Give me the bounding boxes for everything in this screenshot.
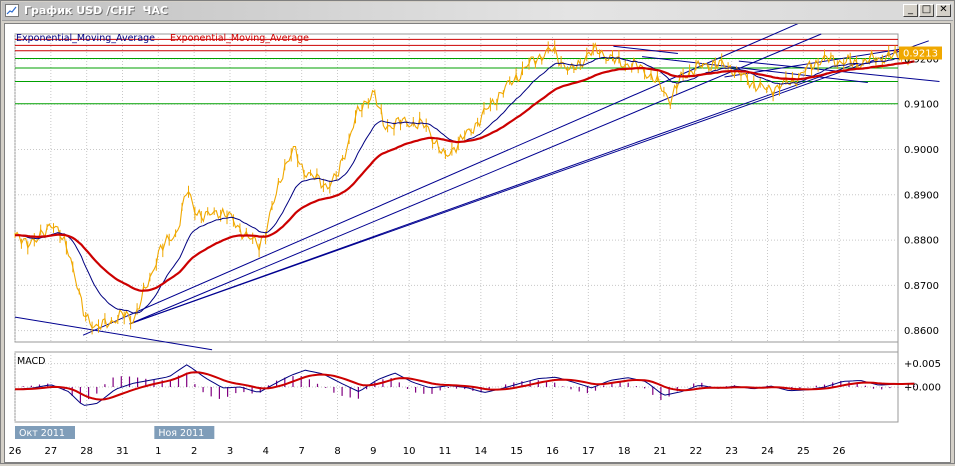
x-tick-label: 18 — [618, 446, 631, 457]
month-label: Ноя 2011 — [158, 428, 204, 439]
chart-app-icon — [5, 4, 19, 17]
current-price-label: 0.9213 — [903, 49, 938, 60]
x-tick-label: 8 — [334, 446, 340, 457]
x-tick-label: 17 — [582, 446, 595, 457]
x-tick-label: 25 — [797, 446, 810, 457]
x-tick-label: 3 — [227, 446, 233, 457]
minimize-button[interactable]: _ — [903, 4, 918, 17]
x-tick-label: 9 — [370, 446, 376, 457]
y-tick-label: 0.8900 — [904, 190, 939, 201]
x-tick-label: 1 — [155, 446, 161, 457]
x-tick-label: 2 — [191, 446, 197, 457]
trend-line — [82, 17, 811, 336]
month-label: Окт 2011 — [19, 428, 65, 439]
chart-frame: 26 27 28 31 1 2 3 4 7 8 9 10 11 14 15 16 17 18 21 22 23 24 25 2… — [4, 17, 951, 463]
trend-line — [129, 33, 822, 325]
x-tick-label: 28 — [80, 446, 93, 457]
y-tick-label: 0.8700 — [904, 281, 939, 292]
y-tick-label: 0.8800 — [904, 236, 939, 247]
y-tick-label: 0.8600 — [904, 326, 939, 337]
maximize-button[interactable]: □ — [919, 4, 934, 17]
x-tick-label: 21 — [654, 446, 667, 457]
x-tick-label: 31 — [116, 446, 129, 457]
chart-canvas[interactable]: 26 27 28 31 1 2 3 4 7 8 9 10 11 14 15 16 17 18 21 22 23 24 25 2… — [5, 17, 950, 462]
title-bar[interactable]: График USD /CHF ЧАС _ □ ✕ — [2, 2, 953, 21]
main-panel-frame — [14, 33, 899, 343]
x-tick-label: 15 — [510, 446, 523, 457]
trend-line — [613, 45, 678, 54]
y-tick-label: 0.9000 — [904, 145, 939, 156]
x-tick-label: 14 — [474, 446, 487, 457]
macd-signal-line — [15, 371, 915, 401]
x-tick-label: 26 — [9, 446, 22, 457]
x-tick-label: 27 — [44, 446, 57, 457]
ema-slow-line — [14, 60, 915, 292]
x-tick-label: 11 — [439, 446, 452, 457]
close-button[interactable]: ✕ — [936, 4, 951, 17]
x-tick-label: 22 — [689, 446, 702, 457]
chart-window: График USD /CHF ЧАС _ □ ✕ 26 27 28 31 1 2 3 4 7 8… — [0, 0, 955, 464]
macd-title: MACD — [17, 356, 45, 367]
y-tick-label: 0.9100 — [904, 100, 939, 111]
macd-y-tick-label: +0.000 — [904, 383, 941, 394]
macd-y-tick-label: +0.005 — [904, 359, 941, 370]
x-tick-label: 24 — [761, 446, 774, 457]
legend-ema-slow: Exponential_Moving_Average — [170, 33, 309, 44]
x-tick-label: 4 — [263, 446, 269, 457]
window-title: График USD /CHF ЧАС — [24, 4, 168, 17]
x-tick-label: 23 — [725, 446, 738, 457]
x-tick-label: 7 — [298, 446, 304, 457]
x-tick-label: 16 — [546, 446, 559, 457]
x-tick-label: 10 — [403, 446, 416, 457]
x-tick-label: 26 — [833, 446, 846, 457]
legend-ema-fast: Exponential_Moving_Average — [16, 33, 155, 44]
